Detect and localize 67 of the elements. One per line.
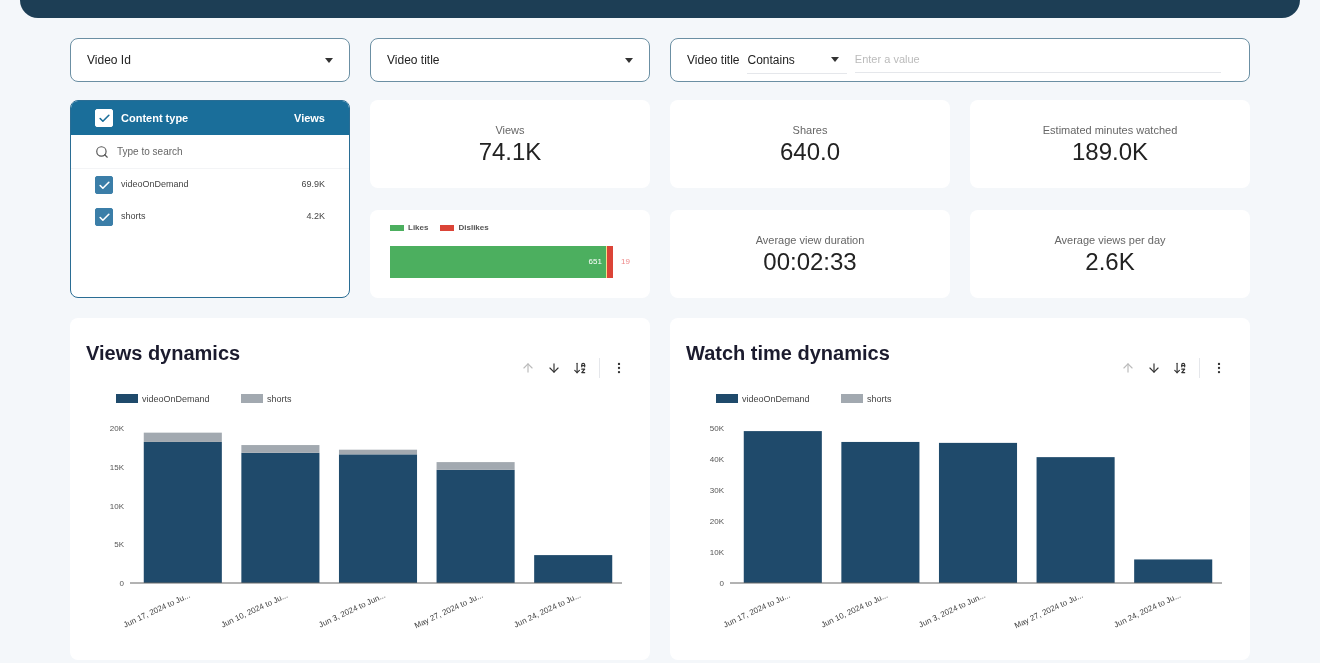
search-field[interactable]: Type to search [117, 144, 325, 159]
y-tick-label: 0 [119, 579, 124, 588]
y-tick-label: 30K [709, 486, 724, 495]
x-tick-label: May 27, 2024 to Ju... [412, 590, 485, 631]
check-icon [97, 210, 111, 224]
x-tick-label: May 27, 2024 to Ju... [1012, 590, 1085, 631]
dropdown[interactable]: Video title [370, 38, 650, 82]
chart-title: Views dynamics [86, 341, 241, 366]
checkbox[interactable] [95, 208, 113, 226]
kpi-value: 00:02:33 [763, 248, 857, 277]
kpi-label: Average views per day [1054, 232, 1166, 248]
legend-item: videoOnDemand [716, 394, 810, 404]
dropdown[interactable]: Video Id [70, 38, 350, 82]
y-tick-label: 0 [719, 579, 724, 588]
legend-label: Dislikes [458, 222, 489, 234]
caret-icon [625, 57, 633, 63]
y-tick-label: 10K [709, 548, 724, 557]
y-tick-label: 40K [709, 455, 724, 464]
chart-title: Watch time dynamics [686, 341, 890, 366]
legend-label: Likes [408, 222, 429, 234]
operator-dropdown[interactable]: Contains [747, 46, 847, 74]
caret-icon [325, 57, 333, 63]
y-tick-label: 50K [709, 424, 724, 433]
x-tick-label: Jun 24, 2024 to Ju... [512, 590, 583, 630]
check-icon [97, 111, 111, 125]
panel-header: Content type Views [71, 101, 349, 135]
sort-icon[interactable] [573, 361, 587, 375]
y-tick-label: 20K [109, 424, 124, 433]
list-item[interactable]: videoOnDemand 69.9K [71, 169, 349, 201]
x-tick-label: Jun 24, 2024 to Ju... [1112, 590, 1183, 630]
caret-icon [830, 57, 839, 62]
x-tick-label: Jun 17, 2024 to Ju... [122, 590, 192, 630]
x-tick-label: Jun 10, 2024 to Ju... [219, 590, 290, 630]
checkbox[interactable] [95, 176, 113, 194]
kpi-label: Shares [792, 122, 828, 138]
filter-label: Video title [687, 52, 740, 69]
x-tick-label: Jun 3, 2024 to Jun... [317, 590, 387, 630]
sort-icon[interactable] [1173, 361, 1187, 375]
value-field[interactable]: Enter a value [854, 47, 1221, 73]
legend-item: shorts [841, 394, 892, 404]
x-tick-label: Jun 10, 2024 to Ju... [819, 590, 890, 630]
kpi-label: Estimated minutes watched [1042, 122, 1178, 138]
kpi-label: Average view duration [755, 232, 865, 248]
legend-label: shorts [867, 394, 893, 404]
x-tick-label: Jun 17, 2024 to Ju... [722, 590, 792, 630]
dislikes-label: 19 [621, 256, 630, 268]
kpi-value: 189.0K [1071, 138, 1149, 167]
y-tick-label: 20K [709, 517, 724, 526]
legend-item: shorts [241, 394, 292, 404]
x-tick-label: Jun 3, 2024 to Jun... [917, 590, 987, 630]
list-item[interactable]: shorts 4.2K [71, 201, 349, 233]
legend-label: videoOnDemand [742, 394, 810, 404]
kpi-label: Views [495, 122, 525, 138]
y-tick-label: 10K [109, 501, 124, 511]
kpi-value: 640.0 [779, 138, 841, 167]
y-tick-label: 5K [114, 540, 124, 550]
likes-bar-fill: 651 [390, 246, 607, 278]
kpi-value: 74.1K [478, 138, 542, 167]
text-filter[interactable]: Video title Contains Enter a value [670, 38, 1250, 82]
check-icon [97, 178, 111, 192]
kpi-value: 2.6K [1085, 248, 1135, 277]
legend-item: videoOnDemand [116, 394, 210, 404]
y-tick-label: 15K [109, 462, 124, 472]
search-icon [95, 144, 109, 159]
arrow-down-icon[interactable] [1147, 361, 1161, 375]
legend-label: videoOnDemand [142, 394, 210, 404]
legend-label: shorts [267, 394, 293, 404]
